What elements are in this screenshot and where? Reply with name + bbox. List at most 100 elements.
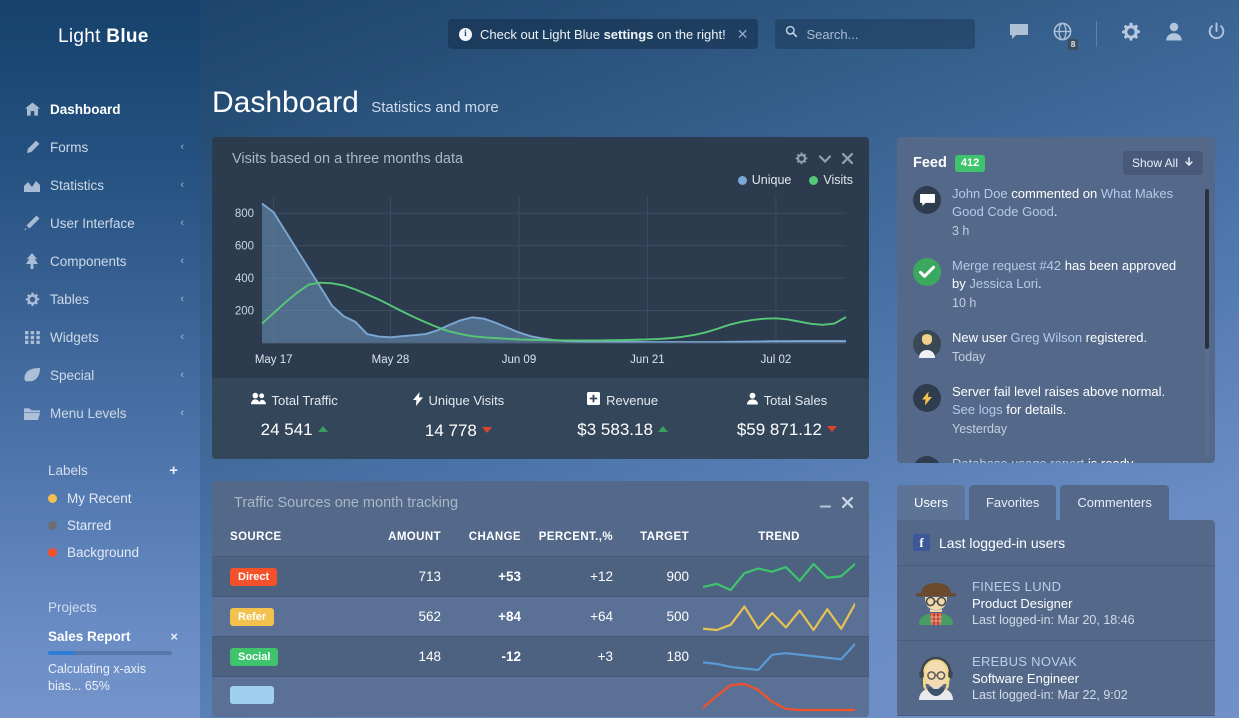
feed-link-secondary[interactable]: Jessica Lori bbox=[969, 276, 1038, 291]
database-icon bbox=[913, 456, 941, 463]
feed-scrollbar[interactable] bbox=[1205, 189, 1209, 457]
feed-item[interactable]: Database usage report is ready.Yesterday bbox=[913, 455, 1199, 463]
traffic-close-icon[interactable] bbox=[841, 496, 854, 510]
source-tag[interactable]: Direct bbox=[230, 567, 278, 586]
sidebar-item-menu-levels[interactable]: Menu Levels ‹ bbox=[0, 394, 200, 432]
source-tag[interactable]: Refer bbox=[230, 607, 275, 626]
label-item-my-recent[interactable]: My Recent bbox=[0, 485, 200, 512]
feed-scrollbar-thumb[interactable] bbox=[1205, 189, 1209, 349]
projects-heading-row: Projects bbox=[0, 600, 200, 615]
feed-link-primary[interactable]: Merge request #42 bbox=[952, 258, 1061, 273]
label-item-background[interactable]: Background bbox=[0, 539, 200, 566]
sidebar-item-statistics[interactable]: Statistics ‹ bbox=[0, 166, 200, 204]
legend-item-visits[interactable]: Visits bbox=[809, 173, 853, 187]
feed-show-all-button[interactable]: Show All bbox=[1122, 151, 1203, 175]
label-item-starred[interactable]: Starred bbox=[0, 512, 200, 539]
column-header-amount[interactable]: AMOUNT bbox=[349, 517, 441, 557]
project-sales-report[interactable]: Sales Report × Calculating x-axis bias..… bbox=[0, 629, 200, 695]
page-header: Dashboard Statistics and more bbox=[212, 86, 1215, 120]
sidebar-item-special[interactable]: Special ‹ bbox=[0, 356, 200, 394]
chevron-left-icon[interactable]: ‹ bbox=[180, 293, 184, 305]
topbar-icons: 8 bbox=[1009, 21, 1226, 50]
tab-favorites[interactable]: Favorites bbox=[968, 485, 1057, 520]
users-tabs: Users Favorites Commenters bbox=[897, 485, 1215, 520]
sidebar-item-user-interface[interactable]: User Interface ‹ bbox=[0, 204, 200, 242]
stat-total-traffic: Total Traffic 24 541 bbox=[212, 392, 376, 441]
feed-link-secondary[interactable]: Greg Wilson bbox=[1011, 330, 1083, 345]
column-header-source[interactable]: SOURCE bbox=[212, 517, 349, 557]
globe-notifications-icon[interactable]: 8 bbox=[1053, 22, 1079, 50]
traffic-minimize-icon[interactable] bbox=[819, 497, 832, 510]
add-label-button[interactable]: + bbox=[169, 462, 178, 479]
svg-text:600: 600 bbox=[235, 241, 254, 253]
chevron-left-icon[interactable]: ‹ bbox=[180, 369, 184, 381]
gear-icon[interactable] bbox=[1121, 22, 1141, 47]
user-list-item[interactable]: EREBUS NOVAK Software Engineer Last logged… bbox=[897, 641, 1215, 716]
table-row[interactable]: Social 148 -12 +3 180 bbox=[212, 636, 869, 677]
user-list-item[interactable]: FINEES LUND Product Designer Last logged-i… bbox=[897, 566, 1215, 641]
legend-item-unique[interactable]: Unique bbox=[737, 173, 791, 187]
table-row[interactable]: Refer 562 +84 +64 500 bbox=[212, 596, 869, 637]
trend-down-icon bbox=[826, 426, 837, 432]
cell-amount: 148 bbox=[418, 649, 441, 664]
feed-link-primary[interactable]: John Doe bbox=[952, 186, 1008, 201]
chevron-left-icon[interactable]: ‹ bbox=[180, 255, 184, 267]
settings-alert-banner[interactable]: i Check out Light Blue settings on the r… bbox=[448, 19, 759, 49]
visits-close-icon[interactable] bbox=[841, 152, 854, 166]
column-header-percent[interactable]: PERCENT.,% bbox=[521, 517, 613, 557]
feed-link-secondary[interactable]: See logs bbox=[952, 402, 1003, 417]
user-profile-icon[interactable] bbox=[1165, 22, 1183, 46]
plus-square-icon bbox=[587, 392, 601, 408]
users-tab-panel: f Last logged-in users FINEES LUND Produc… bbox=[897, 520, 1215, 716]
chevron-left-icon[interactable]: ‹ bbox=[180, 217, 184, 229]
avatar-icon bbox=[913, 330, 941, 366]
tab-commenters[interactable]: Commenters bbox=[1060, 485, 1169, 520]
feed-text-tail: . bbox=[1037, 276, 1042, 291]
users-list: FINEES LUND Product Designer Last logged-i… bbox=[897, 566, 1215, 716]
power-logout-icon[interactable] bbox=[1207, 22, 1226, 46]
search-box[interactable] bbox=[775, 19, 976, 49]
visits-settings-icon[interactable] bbox=[795, 152, 808, 167]
svg-text:200: 200 bbox=[235, 306, 254, 318]
feed-item[interactable]: Merge request #42 has been approved by J… bbox=[913, 257, 1199, 312]
sidebar-item-forms[interactable]: Forms ‹ bbox=[0, 128, 200, 166]
feed-item[interactable]: Server fail level raises above normal. S… bbox=[913, 383, 1199, 438]
messages-icon[interactable] bbox=[1009, 23, 1029, 45]
feed-item[interactable]: New user Greg Wilson registered. Today bbox=[913, 329, 1199, 366]
user-name[interactable]: EREBUS NOVAK bbox=[972, 654, 1128, 669]
feed-link-primary[interactable]: Database usage report bbox=[952, 456, 1084, 463]
sidebar-item-dashboard[interactable]: Dashboard bbox=[0, 90, 200, 128]
feed-timestamp: 3 h bbox=[952, 224, 970, 238]
label-color-dot bbox=[48, 521, 57, 530]
feed-item[interactable]: John Doe commented on What Makes Good Co… bbox=[913, 185, 1199, 240]
sidebar-item-components[interactable]: Components ‹ bbox=[0, 242, 200, 280]
traffic-sources-widget: Traffic Sources one month tracking SOURCE… bbox=[212, 481, 869, 717]
chevron-left-icon[interactable]: ‹ bbox=[180, 331, 184, 343]
chevron-left-icon[interactable]: ‹ bbox=[180, 179, 184, 191]
sidebar-item-label: Forms bbox=[50, 139, 89, 155]
column-header-change[interactable]: CHANGE bbox=[441, 517, 521, 557]
users-widget: Users Favorites Commenters f Last logged-i… bbox=[897, 485, 1215, 716]
brand-logo[interactable]: Light Blue bbox=[0, 18, 200, 48]
visits-collapse-icon[interactable] bbox=[818, 153, 832, 166]
cell-change: +53 bbox=[498, 569, 521, 584]
traffic-widget-title: Traffic Sources one month tracking bbox=[234, 495, 459, 511]
chevron-left-icon[interactable]: ‹ bbox=[180, 141, 184, 153]
tab-users[interactable]: Users bbox=[897, 485, 965, 520]
user-name[interactable]: FINEES LUND bbox=[972, 579, 1135, 594]
sidebar-item-tables[interactable]: Tables ‹ bbox=[0, 280, 200, 318]
column-header-target[interactable]: TARGET bbox=[613, 517, 689, 557]
project-close-icon[interactable]: × bbox=[170, 629, 178, 644]
source-tag[interactable]: Social bbox=[230, 647, 279, 666]
search-input[interactable] bbox=[806, 26, 966, 42]
cell-percent bbox=[521, 677, 613, 717]
bolt-icon bbox=[412, 392, 423, 409]
table-row[interactable] bbox=[212, 676, 869, 717]
chevron-left-icon[interactable]: ‹ bbox=[180, 407, 184, 419]
source-tag[interactable] bbox=[230, 686, 274, 705]
table-row[interactable]: Direct 713 +53 +12 900 bbox=[212, 556, 869, 597]
sidebar-item-widgets[interactable]: Widgets ‹ bbox=[0, 318, 200, 356]
alert-close-icon[interactable]: ✕ bbox=[737, 26, 749, 43]
column-header-trend[interactable]: TREND bbox=[689, 517, 869, 557]
arrow-down-icon bbox=[1184, 156, 1194, 170]
